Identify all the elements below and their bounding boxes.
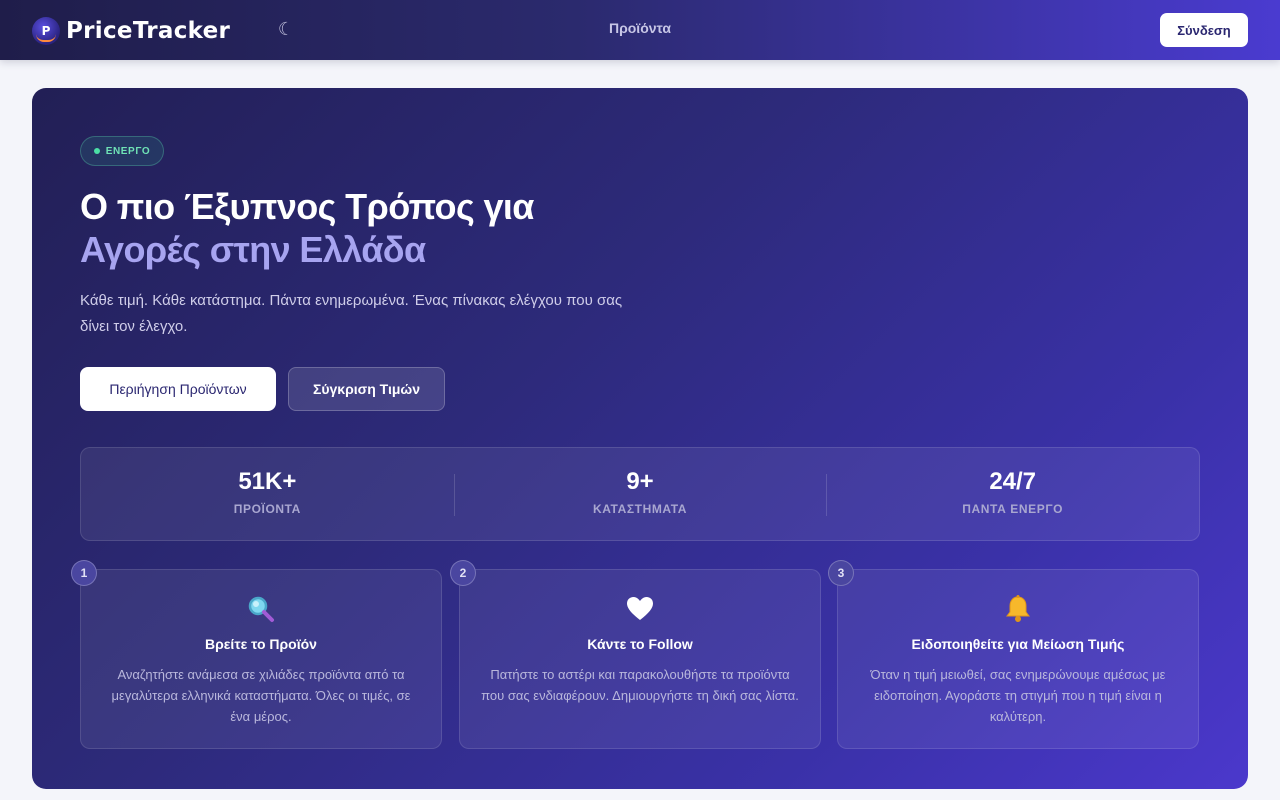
login-button[interactable]: Σύνδεση xyxy=(1160,13,1248,47)
status-badge: ΕΝΕΡΓΟ xyxy=(80,136,164,166)
status-dot-icon xyxy=(93,148,100,154)
hero-title-highlight: Αγορές στην Ελλάδα xyxy=(80,229,426,270)
step-number: 3 xyxy=(828,560,854,586)
magnifier-icon xyxy=(81,594,441,624)
step-description: Όταν η τιμή μειωθεί, σας ενημερώνουμε αμ… xyxy=(870,667,1166,724)
step-title: Ειδοποιηθείτε για Μείωση Τιμής xyxy=(911,636,1125,652)
heart-icon xyxy=(460,594,820,624)
logo-icon: P xyxy=(32,17,60,45)
step-number: 2 xyxy=(450,560,476,586)
brand[interactable]: P PriceTracker xyxy=(32,16,230,46)
hero-subtitle: Κάθε τιμή. Κάθε κατάστημα. Πάντα ενημερω… xyxy=(80,292,623,335)
compare-prices-button[interactable]: Σύγκριση Τιμών xyxy=(288,367,445,411)
bell-icon xyxy=(838,594,1198,624)
browse-products-button[interactable]: Περιήγηση Προϊόντων xyxy=(80,367,276,411)
stat-value: 24/7 xyxy=(989,468,1037,495)
nav-link-products[interactable]: Προϊόντα xyxy=(590,20,690,36)
moon-icon[interactable]: ☾ xyxy=(276,18,296,42)
step-card-follow: 2 Κάντε το Follow Πατήστε το αστέρι και … xyxy=(450,560,821,749)
hero-title: Ο πιο Έξυπνος Τρόπος για xyxy=(80,186,534,227)
stat-value: 9+ xyxy=(626,468,654,495)
stat-value: 51K+ xyxy=(238,468,297,495)
step-number: 1 xyxy=(71,560,97,586)
step-title: Κάντε το Follow xyxy=(587,636,693,652)
status-badge-text: ΕΝΕΡΓΟ xyxy=(105,145,151,157)
stat-label: ΠΡΟΪΟΝΤΑ xyxy=(233,502,301,516)
step-title: Βρείτε το Προϊόν xyxy=(205,636,317,652)
hero-card: ΕΝΕΡΓΟ Ο πιο Έξυπνος Τρόπος για Αγορές σ… xyxy=(32,88,1248,789)
step-description: Αναζητήστε ανάμεσα σε χιλιάδες προϊόντα … xyxy=(111,667,411,724)
stat-products: 51K+ ΠΡΟΪΟΝΤΑ xyxy=(81,448,454,540)
steps-section: 1 Βρείτε το Προϊόν Αναζητήστε ανάμεσα σε… xyxy=(71,560,1200,749)
stat-label: ΚΑΤΑΣΤΗΜΑΤΑ xyxy=(593,502,688,516)
stats-bar: 51K+ ΠΡΟΪΟΝΤΑ 9+ ΚΑΤΑΣΤΗΜΑΤΑ 24/7 ΠΑΝΤΑ … xyxy=(80,447,1200,541)
stat-always-on: 24/7 ΠΑΝΤΑ ΕΝΕΡΓΟ xyxy=(826,448,1199,540)
top-navbar: P PriceTracker ☾ Προϊόντα Σύνδεση xyxy=(0,0,1280,60)
stat-label: ΠΑΝΤΑ ΕΝΕΡΓΟ xyxy=(962,502,1064,516)
step-description: Πατήστε το αστέρι και παρακολουθήστε τα … xyxy=(481,667,799,703)
step-card-find: 1 Βρείτε το Προϊόν Αναζητήστε ανάμεσα σε… xyxy=(71,560,442,749)
step-card-notify: 3 Ειδοποιηθείτε για Μείωση Τιμής Όταν η … xyxy=(828,560,1199,749)
brand-name: PriceTracker xyxy=(66,18,231,44)
stat-stores: 9+ ΚΑΤΑΣΤΗΜΑΤΑ xyxy=(453,448,827,540)
logo-letter: P xyxy=(41,24,51,38)
